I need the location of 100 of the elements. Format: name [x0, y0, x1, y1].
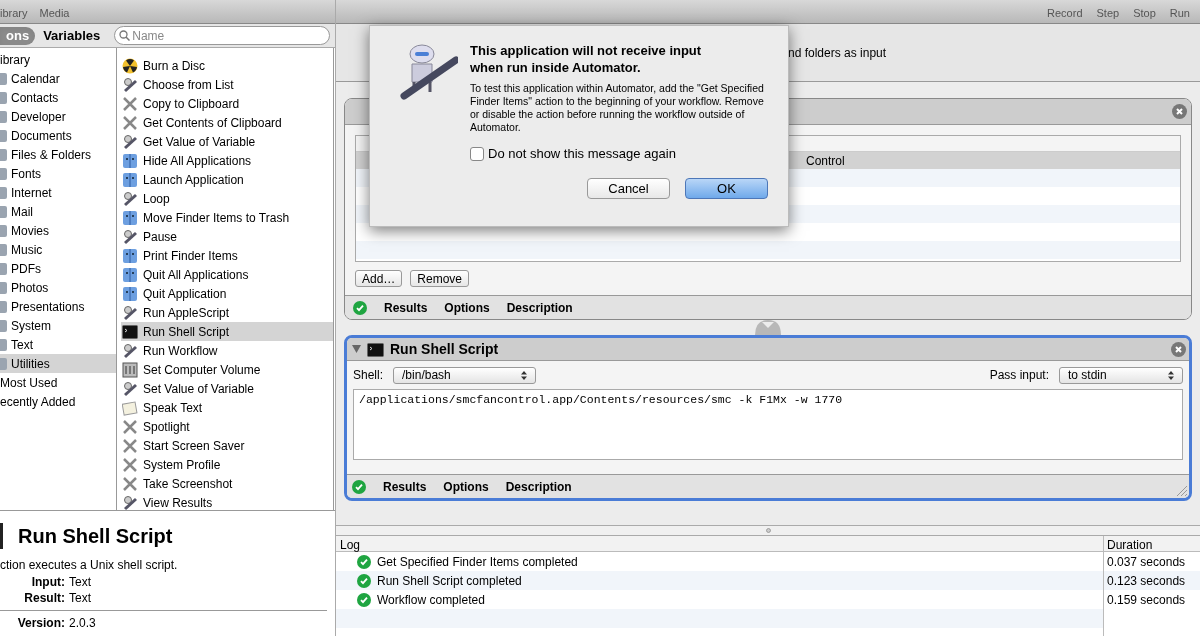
log-entry: Get Specified Finder Items completed: [377, 553, 578, 571]
action-item[interactable]: System Profile: [121, 455, 333, 474]
field-value: Text: [69, 574, 91, 591]
action-item[interactable]: Copy to Clipboard: [121, 94, 333, 113]
action-item[interactable]: Set Value of Variable: [121, 379, 333, 398]
action-item[interactable]: Spotlight: [121, 417, 333, 436]
toolbar-button[interactable]: Step: [1096, 8, 1120, 19]
panel-tab[interactable]: Results: [383, 477, 427, 496]
popup-button[interactable]: /bin/bash: [393, 366, 537, 384]
action-item[interactable]: Print Finder Items: [121, 246, 333, 265]
updown-arrows-icon: [521, 370, 528, 380]
robot-icon: [122, 494, 138, 511]
category-item[interactable]: Files & Folders: [0, 145, 116, 164]
action-item[interactable]: Quit Application: [121, 284, 333, 303]
action-item[interactable]: Burn a Disc: [121, 56, 333, 75]
category-item[interactable]: Movies: [0, 221, 116, 240]
toolbar-button[interactable]: Run: [1169, 8, 1190, 19]
robot-icon: [122, 228, 138, 245]
library-tab[interactable]: Variables: [35, 26, 109, 45]
script-editor[interactable]: /applications/smcfancontrol.app/Contents/resources/smc -k F1Mx -w 1770: [353, 389, 1183, 460]
action-item[interactable]: Get Value of Variable: [121, 132, 333, 151]
category-item[interactable]: Fonts: [0, 164, 116, 183]
category-item[interactable]: Presentations: [0, 297, 116, 316]
action-item[interactable]: Loop: [121, 189, 333, 208]
category-item[interactable]: Documents: [0, 126, 116, 145]
finder-face-icon: [122, 266, 138, 283]
action-item[interactable]: Speak Text: [121, 398, 333, 417]
checkbox[interactable]: [470, 146, 484, 161]
robot-icon: [122, 76, 138, 93]
column-header[interactable]: Log: [336, 536, 1103, 551]
action-item[interactable]: View Results: [121, 493, 333, 512]
robot-icon: [122, 304, 138, 321]
action-item[interactable]: Hide All Applications: [121, 151, 333, 170]
close-icon: [1171, 341, 1186, 357]
action-item[interactable]: Set Computer Volume: [121, 360, 333, 379]
action-summary: ction executes a Unix shell script.: [0, 557, 179, 574]
action-item[interactable]: Start Screen Saver: [121, 436, 333, 455]
toolbar-button[interactable]: Stop: [1133, 8, 1156, 19]
panel-button[interactable]: Remove: [410, 270, 470, 287]
field-label: Version:: [16, 615, 65, 632]
panel-tab[interactable]: Description: [505, 477, 572, 496]
action-item[interactable]: Run AppleScript: [121, 303, 333, 322]
app-icon: [0, 337, 8, 352]
panel-tab[interactable]: Options: [443, 477, 489, 496]
toolbar-button[interactable]: ibrary: [0, 8, 28, 19]
hazard-icon: [122, 57, 138, 74]
action-item[interactable]: Take Screenshot: [121, 474, 333, 493]
robot-icon: [122, 342, 138, 359]
app-icon: [0, 242, 8, 257]
category-item[interactable]: Most Used: [0, 373, 116, 392]
toolbar-button[interactable]: Media: [39, 8, 70, 19]
category-item[interactable]: Mail: [0, 202, 116, 221]
category-item[interactable]: System: [0, 316, 116, 335]
crossed-tools-icon: [122, 475, 138, 492]
robot-icon: [122, 190, 138, 207]
action-item[interactable]: Run Workflow: [121, 341, 333, 360]
field-value: Text: [69, 590, 91, 607]
panel-button[interactable]: Add…: [355, 270, 403, 287]
category-item[interactable]: Contacts: [0, 88, 116, 107]
action-item[interactable]: Pause: [121, 227, 333, 246]
category-item[interactable]: Utilities: [0, 354, 116, 373]
app-icon: [0, 204, 8, 219]
panel-tab[interactable]: Description: [506, 298, 573, 317]
crossed-tools-icon: [122, 114, 138, 131]
action-item[interactable]: Quit All Applications: [121, 265, 333, 284]
category-item[interactable]: Internet: [0, 183, 116, 202]
category-item[interactable]: Calendar: [0, 69, 116, 88]
category-item[interactable]: ecently Added: [0, 392, 116, 411]
field-label: Pass input:: [989, 367, 1049, 384]
action-item[interactable]: Choose from List: [121, 75, 333, 94]
category-item[interactable]: PDFs: [0, 259, 116, 278]
category-item[interactable]: Music: [0, 240, 116, 259]
action-item[interactable]: Launch Application: [121, 170, 333, 189]
panel-tab[interactable]: Options: [444, 298, 490, 317]
category-item[interactable]: ibrary: [0, 50, 116, 69]
robot-icon: [122, 380, 138, 397]
category-item[interactable]: Text: [0, 335, 116, 354]
toolbar-button[interactable]: Record: [1047, 8, 1083, 19]
close-icon: [1172, 104, 1187, 119]
field-value: 2.0.3: [69, 615, 96, 632]
check-icon: [352, 479, 366, 494]
app-icon: [0, 299, 8, 314]
popup-button[interactable]: to stdin: [1059, 366, 1183, 384]
control-panel-icon: [122, 361, 138, 378]
dialog-message: To test this application within Automator, add the "Get Specified Finder Items" action to the beginning of your workflow. Remove or disable the action before running the workflow outside of Automator.: [470, 82, 765, 134]
action-item[interactable]: Move Finder Items to Trash: [121, 208, 333, 227]
dialog-button[interactable]: Cancel: [587, 177, 670, 199]
log-entry: Workflow completed: [377, 591, 485, 609]
crossed-tools-icon: [122, 456, 138, 473]
notepad-icon: [122, 399, 138, 416]
category-item[interactable]: Photos: [0, 278, 116, 297]
column-header[interactable]: Duration: [1103, 536, 1200, 551]
dialog-button[interactable]: OK: [685, 177, 768, 199]
app-icon: [0, 147, 8, 162]
crossed-tools-icon: [122, 95, 138, 112]
action-item[interactable]: Get Contents of Clipboard: [121, 113, 333, 132]
category-item[interactable]: Developer: [0, 107, 116, 126]
action-item[interactable]: Run Shell Script: [121, 322, 333, 341]
app-icon: [0, 128, 8, 143]
panel-tab[interactable]: Results: [384, 298, 428, 317]
